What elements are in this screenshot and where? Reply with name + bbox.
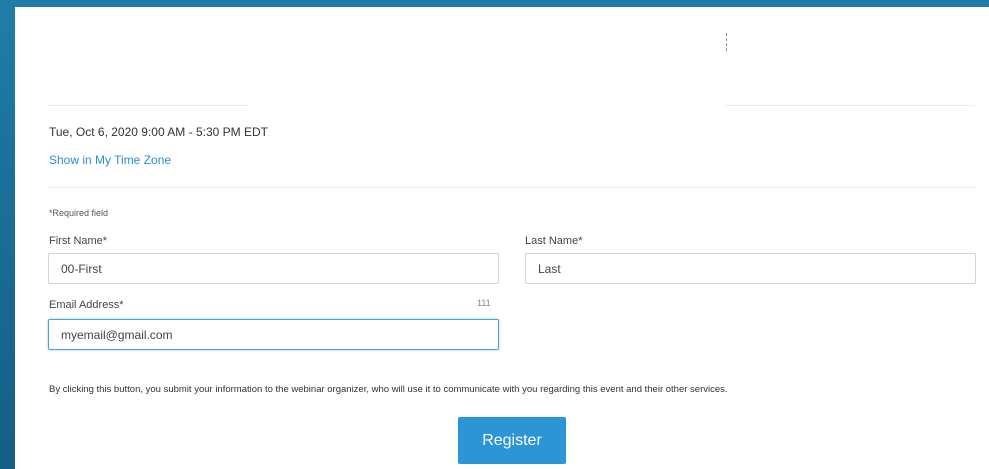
first-name-label: First Name* [49,235,108,247]
register-button[interactable]: Register [458,417,566,464]
required-field-note: *Required field [49,208,109,218]
header-divider-left [48,105,248,106]
event-datetime: Tue, Oct 6, 2020 9:00 AM - 5:30 PM EDT [49,125,268,139]
email-address-input[interactable] [48,319,499,350]
first-name-input[interactable] [48,253,499,284]
last-name-label: Last Name* [525,235,583,247]
consent-disclaimer: By clicking this button, you submit your… [49,384,728,395]
header-divider-right [725,105,975,106]
last-name-input[interactable] [525,253,976,284]
email-address-label: Email Address* [49,299,124,311]
email-character-count: 111 [477,298,491,308]
show-in-my-time-zone-link[interactable]: Show in My Time Zone [49,153,171,167]
text-cursor-mark [726,33,728,51]
registration-card: Tue, Oct 6, 2020 9:00 AM - 5:30 PM EDT S… [15,7,989,469]
section-divider [48,187,976,188]
